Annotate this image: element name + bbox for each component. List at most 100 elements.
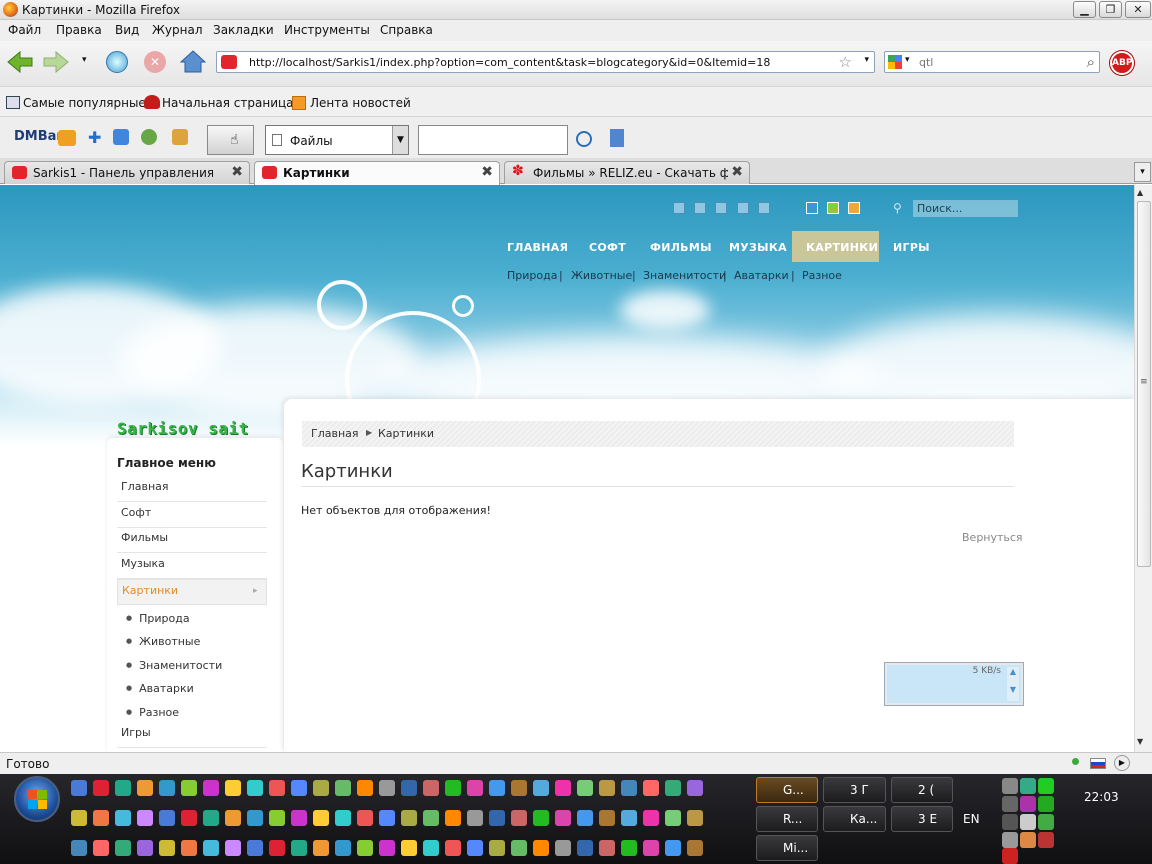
- maximize-button[interactable]: ❐: [1099, 1, 1122, 18]
- url-text[interactable]: http://localhost/Sarkis1/index.php?optio…: [249, 56, 770, 69]
- quick-launch-app-icon[interactable]: [533, 780, 549, 796]
- dmbar-add-multi-icon[interactable]: [113, 129, 129, 145]
- close-tab-icon[interactable]: ✖: [481, 164, 493, 180]
- quick-launch-app-icon[interactable]: [379, 780, 395, 796]
- quick-launch-app-icon[interactable]: [181, 840, 197, 856]
- taskbar-button-chrome[interactable]: 2 (: [891, 777, 953, 803]
- quick-launch-app-icon[interactable]: [577, 780, 593, 796]
- scroll-thumb[interactable]: ≡: [1137, 201, 1151, 567]
- quick-launch-app-icon[interactable]: [665, 840, 681, 856]
- quick-launch-app-icon[interactable]: [423, 780, 439, 796]
- quick-launch-app-icon[interactable]: [71, 810, 87, 826]
- start-orb-icon[interactable]: [14, 776, 60, 822]
- font-decrease-icon[interactable]: [737, 202, 749, 214]
- quick-launch-app-icon[interactable]: [643, 780, 659, 796]
- taskbar-button-firefox[interactable]: Ка...: [823, 806, 886, 832]
- quick-launch-app-icon[interactable]: [533, 810, 549, 826]
- history-dropdown-icon[interactable]: ▾: [82, 55, 87, 65]
- vertical-scrollbar[interactable]: ▲ ≡ ▼: [1134, 185, 1152, 752]
- menu-tools[interactable]: Инструменты: [284, 23, 370, 37]
- language-indicator[interactable]: EN: [963, 812, 980, 826]
- quick-launch-app-icon[interactable]: [577, 810, 593, 826]
- quick-launch-app-icon[interactable]: [599, 840, 615, 856]
- quick-launch-app-icon[interactable]: [401, 780, 417, 796]
- taskbar-button-icq[interactable]: G...: [756, 777, 818, 803]
- quick-launch-app-icon[interactable]: [423, 840, 439, 856]
- font-reset-icon[interactable]: [758, 202, 770, 214]
- quick-launch-app-icon[interactable]: [269, 780, 285, 796]
- quick-launch-app-icon[interactable]: [643, 810, 659, 826]
- quick-launch-app-icon[interactable]: [269, 840, 285, 856]
- quick-launch-app-icon[interactable]: [467, 840, 483, 856]
- minimize-button[interactable]: ▁: [1073, 1, 1096, 18]
- close-tab-icon[interactable]: ✖: [731, 164, 743, 180]
- quick-launch-app-icon[interactable]: [291, 810, 307, 826]
- menu-edit[interactable]: Правка: [56, 23, 102, 37]
- download-speed-widget[interactable]: 5 KB/s ▲ ▼: [885, 663, 1023, 705]
- pause-icon[interactable]: [673, 202, 685, 214]
- quick-launch-app-icon[interactable]: [423, 810, 439, 826]
- quick-launch-app-icon[interactable]: [313, 810, 329, 826]
- quick-launch-app-icon[interactable]: [599, 780, 615, 796]
- status-arrow-icon[interactable]: ▶: [1114, 755, 1130, 771]
- bookmark-news-feed[interactable]: Лента новостей: [310, 96, 411, 110]
- tab-admin-panel[interactable]: Sarkis1 - Панель управления! ✖: [4, 161, 250, 184]
- quick-launch-app-icon[interactable]: [225, 840, 241, 856]
- color-orange-icon[interactable]: [848, 202, 860, 214]
- dmbar-drop-zone[interactable]: ☝: [207, 125, 254, 155]
- quick-launch-app-icon[interactable]: [555, 840, 571, 856]
- quick-launch-app-icon[interactable]: [533, 840, 549, 856]
- quick-launch-app-icon[interactable]: [511, 780, 527, 796]
- menu-view[interactable]: Вид: [115, 23, 139, 37]
- tab-list-dropdown[interactable]: ▾: [1134, 162, 1151, 182]
- taskbar-button-r[interactable]: R...: [756, 806, 818, 832]
- dmbar-download-icon[interactable]: [610, 129, 624, 147]
- submenu-item-avatars[interactable]: Аватарки: [126, 682, 194, 695]
- quick-launch-app-icon[interactable]: [357, 840, 373, 856]
- adblock-plus-icon[interactable]: ABP: [1110, 51, 1134, 75]
- quick-launch-app-icon[interactable]: [599, 810, 615, 826]
- reload-icon[interactable]: [106, 51, 128, 73]
- close-window-button[interactable]: ✕: [1125, 1, 1151, 18]
- search-magnifier-icon[interactable]: ⌕: [1087, 53, 1095, 71]
- menu-item-films[interactable]: Фильмы: [117, 527, 267, 553]
- search-bar[interactable]: ▾ qtl ⌕: [884, 51, 1100, 73]
- taskbar-button-folders[interactable]: 3 Г: [823, 777, 886, 803]
- dmbar-tools-icon[interactable]: [172, 129, 188, 145]
- quick-launch-app-icon[interactable]: [93, 810, 109, 826]
- breadcrumb-home[interactable]: Главная: [311, 427, 359, 440]
- quick-launch-app-icon[interactable]: [621, 840, 637, 856]
- quick-launch-app-icon[interactable]: [181, 780, 197, 796]
- dmbar-folder-select[interactable]: Файлы ▼: [265, 125, 409, 155]
- quick-launch-app-icon[interactable]: [379, 840, 395, 856]
- quick-launch-app-icon[interactable]: [203, 840, 219, 856]
- submenu-item-misc[interactable]: Разное: [126, 706, 179, 719]
- quick-launch-app-icon[interactable]: [93, 840, 109, 856]
- quick-launch-app-icon[interactable]: [665, 780, 681, 796]
- forward-button[interactable]: [42, 50, 70, 74]
- dmbar-add-icon[interactable]: ✚: [88, 130, 101, 146]
- russian-flag-icon[interactable]: [1090, 758, 1106, 769]
- quick-launch-app-icon[interactable]: [137, 810, 153, 826]
- search-engine-dropdown-icon[interactable]: ▾: [905, 55, 910, 65]
- menu-file[interactable]: Файл: [8, 23, 41, 37]
- subnav-celebrities[interactable]: Знаменитости: [643, 269, 726, 282]
- subnav-animals[interactable]: Животные: [571, 269, 632, 282]
- quick-launch-app-icon[interactable]: [313, 840, 329, 856]
- color-green-icon[interactable]: [827, 202, 839, 214]
- quick-launch-app-icon[interactable]: [621, 810, 637, 826]
- quick-launch-app-icon[interactable]: [643, 840, 659, 856]
- quick-launch-app-icon[interactable]: [159, 780, 175, 796]
- quick-launch-app-icon[interactable]: [621, 780, 637, 796]
- menu-history[interactable]: Журнал: [152, 23, 203, 37]
- bookmark-start-page[interactable]: Начальная страница: [162, 96, 294, 110]
- quick-launch-app-icon[interactable]: [489, 810, 505, 826]
- menu-item-pictures[interactable]: Картинки: [117, 579, 267, 605]
- topnav-pictures[interactable]: КАРТИНКИ: [806, 241, 878, 254]
- quick-launch-app-icon[interactable]: [203, 810, 219, 826]
- tab-films[interactable]: ✽ Фильмы » RELIZ.eu - Скачать ф... ✖: [504, 161, 750, 184]
- quick-launch-app-icon[interactable]: [687, 840, 703, 856]
- subnav-misc[interactable]: Разное: [802, 269, 842, 282]
- google-icon[interactable]: [888, 55, 902, 69]
- quick-launch-app-icon[interactable]: [379, 810, 395, 826]
